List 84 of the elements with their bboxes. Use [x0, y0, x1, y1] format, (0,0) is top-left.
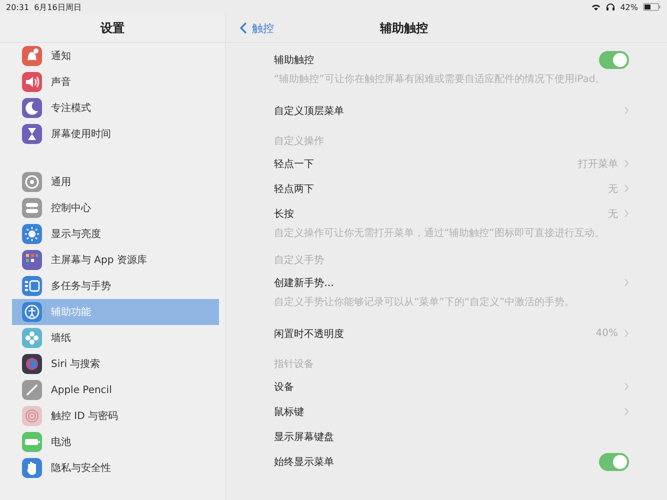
battery-percent: 42%	[620, 2, 638, 12]
battery-icon	[643, 3, 661, 11]
row-value: 40%	[596, 328, 618, 339]
status-date: 6月16日周日	[34, 2, 82, 12]
sidebar-item[interactable]: 电池	[12, 429, 219, 455]
back-label: 触控	[252, 20, 274, 36]
settings-row[interactable]: 始终显示菜单	[274, 449, 629, 474]
settings-row[interactable]: 辅助触控	[274, 47, 629, 72]
sidebar-item[interactable]: 通用	[12, 169, 219, 195]
section-header: 自定义操作	[274, 134, 325, 149]
chevron-icon	[624, 329, 629, 338]
status-time: 20:31	[6, 2, 30, 12]
page-title: 辅助触控	[380, 20, 428, 36]
section-header: 自定义手势	[274, 254, 325, 268]
sidebar-item[interactable]: 多任务与手势	[12, 273, 219, 299]
sidebar-item-label: 屏幕使用时间	[51, 128, 111, 141]
sidebar-item[interactable]: 声音	[12, 69, 219, 95]
sidebar-item[interactable]: 通知	[12, 43, 219, 69]
row-label: 鼠标键	[274, 406, 304, 418]
row-value: 打开菜单	[578, 158, 618, 170]
settings-row[interactable]: 闲置时不透明度 40%	[274, 321, 629, 346]
row-label: 自定义顶层菜单	[274, 104, 344, 118]
sidebar-item-label: 通用	[51, 176, 71, 189]
sidebar-item[interactable]: 控制中心	[12, 195, 219, 221]
chevron-icon	[624, 407, 629, 416]
sidebar-item[interactable]: 墙纸	[12, 325, 219, 351]
sidebar-item-label: 电池	[51, 436, 71, 449]
sidebar-item[interactable]: 主屏幕与 App 资源库	[12, 247, 219, 273]
sidebar-item-label: Siri 与搜索	[51, 358, 100, 371]
chevron-icon	[624, 184, 629, 193]
row-label: 轻点一下	[274, 158, 314, 170]
row-label: 长按	[274, 208, 294, 220]
back-chevron-icon	[240, 22, 247, 34]
row-label: 闲置时不透明度	[274, 328, 344, 340]
sidebar-item-label: 控制中心	[51, 202, 91, 215]
sidebar-title: 设置	[0, 14, 225, 43]
row-label: 显示屏幕键盘	[274, 430, 334, 444]
toggle-switch[interactable]	[599, 452, 629, 470]
settings-row[interactable]: 鼠标键	[274, 399, 629, 424]
sidebar-item-label: 隐私与安全性	[51, 462, 111, 475]
row-value: 无	[608, 182, 618, 196]
row-label: 轻点两下	[274, 182, 314, 196]
chevron-icon	[624, 382, 629, 391]
chevron-icon	[624, 159, 629, 168]
chevron-icon	[624, 106, 629, 115]
sidebar-item-label: 墙纸	[51, 332, 71, 345]
settings-row[interactable]: 设备	[274, 374, 629, 399]
settings-row[interactable]: 自定义顶层菜单	[274, 98, 629, 123]
back-button[interactable]: 触控	[240, 20, 380, 36]
sidebar-item[interactable]: 触控 ID 与密码	[12, 403, 219, 429]
row-label: 始终显示菜单	[274, 456, 334, 468]
chevron-icon	[624, 209, 629, 218]
sidebar-item-label: Apple Pencil	[51, 384, 112, 396]
sidebar-item[interactable]: 屏幕使用时间	[12, 121, 219, 147]
section-footer: 自定义手势让你能够记录可以从“菜单”下的“自定义”中激活的手势。	[274, 295, 629, 311]
sidebar-item[interactable]: 显示与亮度	[12, 221, 219, 247]
sidebar-item-label: 触控 ID 与密码	[51, 410, 118, 423]
sidebar-item[interactable]: Apple Pencil	[12, 377, 219, 403]
settings-row[interactable]: 轻点两下 无	[274, 176, 629, 201]
settings-row[interactable]: 轻点一下 打开菜单	[274, 151, 629, 176]
row-label: 创建新手势…	[274, 276, 334, 290]
sidebar-item-label: 多任务与手势	[51, 280, 111, 293]
section-header: 指针设备	[274, 358, 315, 372]
section-footer: “辅助触控”可让你在触控屏幕有困难或需要自适应配件的情况下使用iPad。	[274, 72, 629, 88]
wifi-icon	[591, 3, 602, 11]
row-label: 设备	[274, 380, 294, 394]
sidebar-item-label: 显示与亮度	[51, 228, 101, 241]
settings-row[interactable]: 创建新手势…	[274, 270, 629, 295]
sidebar-item-label: 通知	[51, 50, 71, 63]
sidebar-item[interactable]: 专注模式	[12, 95, 219, 121]
settings-row[interactable]: 显示屏幕键盘	[274, 424, 629, 449]
sidebar-item-label: 辅助功能	[51, 306, 91, 319]
sidebar-item[interactable]: Siri 与搜索	[12, 351, 219, 377]
headphones-icon	[606, 3, 616, 11]
sidebar-item-label: 声音	[51, 76, 71, 89]
row-label: 辅助触控	[274, 54, 314, 66]
sidebar-item-label: 主屏幕与 App 资源库	[51, 254, 147, 267]
chevron-icon	[624, 278, 629, 287]
sidebar-item[interactable]: 隐私与安全性	[12, 455, 219, 481]
section-footer: 自定义操作可让你无需打开菜单，通过“辅助触控”图标即可直接进行互动。	[274, 226, 629, 242]
row-value: 无	[608, 208, 618, 220]
settings-row[interactable]: 长按 无	[274, 201, 629, 226]
sidebar-item-label: 专注模式	[51, 102, 91, 115]
toggle-switch[interactable]	[599, 50, 629, 68]
